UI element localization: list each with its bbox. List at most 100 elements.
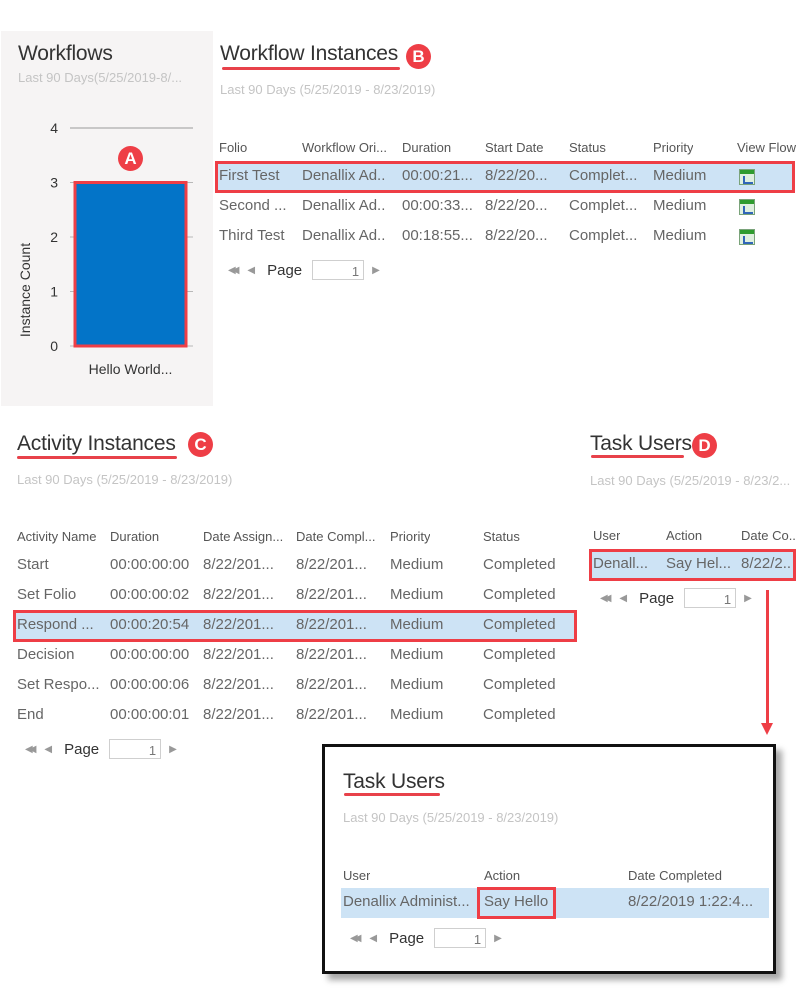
table-cell: Denallix Ad.. <box>302 167 386 184</box>
badge-b: B <box>406 44 431 69</box>
column-header[interactable]: Activity Name <box>17 529 96 544</box>
column-header[interactable]: View Flow <box>737 140 796 155</box>
table-cell: Denall... <box>593 555 649 572</box>
task-users-expanded-title: Task Users <box>343 770 445 793</box>
chart-x-tick-label: Hello World... <box>89 361 173 377</box>
column-header[interactable]: Duration <box>402 140 451 155</box>
table-cell: Second ... <box>219 197 287 214</box>
first-page-icon[interactable]: ◀◀ <box>350 933 362 944</box>
page-number-input[interactable]: 1 <box>109 739 162 759</box>
table-cell: 00:00:21... <box>402 167 473 184</box>
activity-instances-subtitle: Last 90 Days (5/25/2019 - 8/23/2019) <box>17 472 233 487</box>
page-label: Page <box>389 929 425 947</box>
table-cell: 8/22/201... <box>296 586 367 603</box>
table-cell: Denallix Ad.. <box>302 227 386 244</box>
column-header[interactable]: Action <box>666 528 702 543</box>
page-label: Page <box>267 261 303 279</box>
column-header[interactable]: User <box>343 868 370 883</box>
table-cell: Respond ... <box>17 616 94 633</box>
prev-page-icon[interactable]: ◀ <box>44 744 52 755</box>
chart-y-tick-label: 2 <box>50 229 58 245</box>
column-header[interactable]: Priority <box>653 140 693 155</box>
page-number-input[interactable]: 1 <box>434 928 487 948</box>
first-page-icon[interactable]: ◀◀ <box>25 744 37 755</box>
table-cell: Complet... <box>569 197 638 214</box>
prev-page-icon[interactable]: ◀ <box>369 933 377 944</box>
view-flow-icon[interactable] <box>739 169 755 185</box>
table-cell: Third Test <box>219 227 285 244</box>
column-header[interactable]: Date Assign... <box>203 529 283 544</box>
prev-page-icon[interactable]: ◀ <box>247 265 255 276</box>
next-page-icon[interactable]: ▶ <box>169 744 177 755</box>
title-underline <box>17 456 177 459</box>
column-header[interactable]: User <box>593 528 620 543</box>
table-cell: Denallix Administ... <box>343 893 470 910</box>
table-cell: 8/22/201... <box>203 706 274 723</box>
table-cell: Completed <box>483 586 556 603</box>
pager: ◀◀ ◀ Page 1 ▶ <box>600 587 764 609</box>
title-underline <box>344 793 440 796</box>
column-header[interactable]: Duration <box>110 529 159 544</box>
pager: ◀◀ ◀ Page 1 ▶ <box>228 259 392 281</box>
table-cell: 8/22/201... <box>203 676 274 693</box>
table-cell: 8/22/20... <box>485 197 548 214</box>
page-number-input[interactable]: 1 <box>312 260 365 280</box>
next-page-icon[interactable]: ▶ <box>494 933 502 944</box>
table-cell: 8/22/201... <box>296 616 367 633</box>
table-cell: 8/22/201... <box>203 586 274 603</box>
table-cell: Say Hel... <box>666 555 732 572</box>
view-flow-icon[interactable] <box>739 229 755 245</box>
table-cell: Decision <box>17 646 75 663</box>
column-header[interactable]: Start Date <box>485 140 544 155</box>
workflows-title: Workflows <box>18 42 113 65</box>
table-cell: 00:18:55... <box>402 227 473 244</box>
table-cell: 00:00:00:01 <box>110 706 190 723</box>
table-cell: Medium <box>390 586 444 603</box>
page-number-input[interactable]: 1 <box>684 588 737 608</box>
column-header[interactable]: Priority <box>390 529 430 544</box>
table-cell: 8/22/201... <box>203 616 274 633</box>
column-header[interactable]: Date Completed <box>628 868 722 883</box>
table-cell: 8/22/201... <box>203 646 274 663</box>
column-header[interactable]: Date Co... <box>741 528 796 543</box>
view-flow-icon[interactable] <box>739 199 755 215</box>
table-cell: 00:00:00:02 <box>110 586 190 603</box>
chart-y-tick-label: 0 <box>50 338 58 354</box>
table-cell: Completed <box>483 706 556 723</box>
table-cell: 8/22/201... <box>296 706 367 723</box>
badge-a: A <box>118 146 143 171</box>
next-page-icon[interactable]: ▶ <box>744 593 752 604</box>
table-cell: 00:00:00:06 <box>110 676 190 693</box>
column-header[interactable]: Date Compl... <box>296 529 375 544</box>
table-cell: Denallix Ad.. <box>302 197 386 214</box>
pager: ◀◀ ◀ Page 1 ▶ <box>25 738 189 760</box>
callout-arrow-line <box>766 590 769 725</box>
prev-page-icon[interactable]: ◀ <box>619 593 627 604</box>
next-page-icon[interactable]: ▶ <box>372 265 380 276</box>
task-users-expanded-subtitle: Last 90 Days (5/25/2019 - 8/23/2019) <box>343 810 559 825</box>
chart-y-tick-label: 4 <box>50 120 58 136</box>
pager: ◀◀ ◀ Page 1 ▶ <box>350 927 514 949</box>
table-cell: End <box>17 706 44 723</box>
column-header[interactable]: Action <box>484 868 520 883</box>
column-header[interactable]: Status <box>483 529 520 544</box>
table-cell: 8/22/201... <box>296 556 367 573</box>
first-page-icon[interactable]: ◀◀ <box>600 593 612 604</box>
table-cell: First Test <box>219 167 280 184</box>
table-cell: 00:00:00:00 <box>110 646 190 663</box>
badge-c: C <box>188 432 213 457</box>
first-page-icon[interactable]: ◀◀ <box>228 265 240 276</box>
table-cell: 8/22/2019 1:22:4... <box>628 893 754 910</box>
table-cell: 8/22/20... <box>485 167 548 184</box>
table-cell: 8/22/201... <box>296 646 367 663</box>
table-cell: 00:00:20:54 <box>110 616 190 633</box>
column-header[interactable]: Status <box>569 140 606 155</box>
column-header[interactable]: Workflow Ori... <box>302 140 387 155</box>
table-cell: 00:00:33... <box>402 197 473 214</box>
chart-bar[interactable] <box>73 181 188 348</box>
column-header[interactable]: Folio <box>219 140 247 155</box>
task-users-subtitle: Last 90 Days (5/25/2019 - 8/23/2... <box>590 473 791 488</box>
table-cell: Complet... <box>569 167 638 184</box>
workflow-instances-subtitle: Last 90 Days (5/25/2019 - 8/23/2019) <box>220 82 436 97</box>
title-underline <box>591 455 684 458</box>
